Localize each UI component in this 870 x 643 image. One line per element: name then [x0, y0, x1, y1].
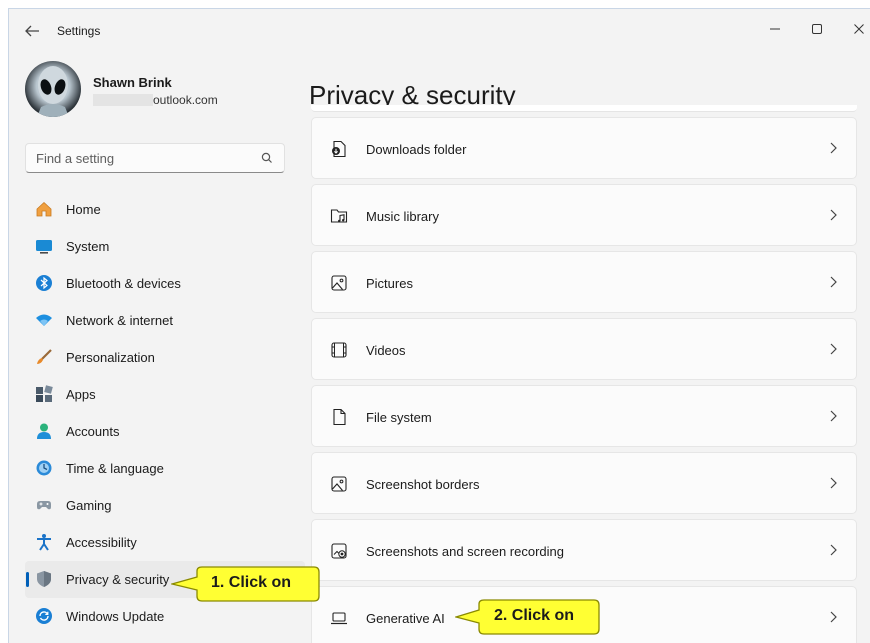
sidebar-item-label: Apps — [66, 387, 96, 402]
update-icon — [36, 608, 52, 624]
callout-step-1: 1. Click on — [171, 565, 321, 603]
chevron-right-icon — [830, 544, 837, 556]
wifi-icon — [36, 314, 52, 326]
search-placeholder: Find a setting — [36, 151, 115, 166]
setting-pictures[interactable]: Pictures — [311, 251, 857, 313]
sidebar-item-label: Accounts — [66, 424, 120, 439]
maximize-button[interactable] — [797, 15, 837, 43]
screenshot-border-icon — [331, 476, 347, 492]
brush-icon — [37, 349, 52, 364]
sidebar-item-accounts[interactable]: Accounts — [25, 413, 305, 450]
sidebar-item-label: Time & language — [66, 461, 164, 476]
app-title: Settings — [57, 24, 101, 38]
sidebar-item-gaming[interactable]: Gaming — [25, 487, 305, 524]
picture-icon — [331, 275, 347, 291]
home-icon — [36, 201, 52, 217]
alien-avatar-image — [37, 66, 69, 117]
download-folder-icon — [332, 140, 346, 158]
minimize-icon — [770, 28, 780, 30]
system-icon — [36, 240, 52, 254]
video-icon — [331, 342, 347, 358]
setting-screenshot-borders[interactable]: Screenshot borders — [311, 452, 857, 514]
maximize-icon — [812, 24, 822, 34]
setting-label: File system — [366, 410, 432, 425]
sidebar-item-accessibility[interactable]: Accessibility — [25, 524, 305, 561]
callout-step-2: 2. Click on — [455, 598, 601, 636]
title-bar: Settings — [9, 9, 870, 53]
sidebar-item-network[interactable]: Network & internet — [25, 302, 305, 339]
chevron-right-icon — [830, 209, 837, 221]
laptop-icon — [331, 612, 347, 625]
sidebar-item-home[interactable]: Home — [25, 191, 305, 228]
sidebar-item-personalization[interactable]: Personalization — [25, 339, 305, 376]
sidebar-item-label: Windows Update — [66, 609, 165, 624]
back-arrow-icon[interactable] — [23, 23, 41, 39]
chevron-right-icon — [830, 611, 837, 623]
search-icon — [261, 152, 272, 163]
sidebar-item-apps[interactable]: Apps — [25, 376, 305, 413]
sidebar-item-label: Gaming — [66, 498, 112, 513]
chevron-right-icon — [830, 477, 837, 489]
previous-card-edge — [311, 105, 857, 112]
sidebar-item-system[interactable]: System — [25, 228, 305, 265]
setting-downloads-folder[interactable]: Downloads folder — [311, 117, 857, 179]
search-input[interactable]: Find a setting — [25, 143, 285, 173]
sidebar-item-label: System — [66, 239, 110, 254]
selection-indicator — [26, 572, 29, 587]
user-email: outlook.com — [93, 93, 218, 107]
chevron-right-icon — [830, 276, 837, 288]
sidebar-item-label: Bluetooth & devices — [66, 276, 181, 291]
chevron-right-icon — [830, 142, 837, 154]
setting-label: Pictures — [366, 276, 413, 291]
setting-label: Videos — [366, 343, 406, 358]
setting-screenshots-screen-recording[interactable]: Screenshots and screen recording — [311, 519, 857, 581]
sidebar-item-label: Home — [66, 202, 101, 217]
setting-videos[interactable]: Videos — [311, 318, 857, 380]
callout-text: 1. Click on — [211, 574, 292, 591]
accessibility-icon — [37, 534, 51, 551]
settings-window: Settings Shawn Brink outlook.com Find a … — [8, 8, 870, 643]
user-name: Shawn Brink — [93, 75, 172, 90]
settings-list: Downloads folder Music library Pictures — [311, 105, 857, 643]
sidebar-item-label: Accessibility — [66, 535, 137, 550]
minimize-button[interactable] — [755, 15, 795, 43]
apps-icon — [36, 385, 53, 402]
time-language-icon — [36, 460, 52, 476]
sidebar-item-label: Network & internet — [66, 313, 173, 328]
close-icon — [854, 24, 864, 34]
setting-label: Generative AI — [366, 611, 445, 626]
close-button[interactable] — [839, 15, 870, 43]
gamepad-icon — [37, 501, 51, 510]
setting-label: Downloads folder — [366, 142, 467, 157]
sidebar-item-label: Privacy & security — [66, 572, 170, 587]
shield-icon — [37, 571, 51, 587]
setting-file-system[interactable]: File system — [311, 385, 857, 447]
setting-label: Music library — [366, 209, 439, 224]
avatar — [25, 61, 81, 117]
setting-music-library[interactable]: Music library — [311, 184, 857, 246]
sidebar-item-windows-update[interactable]: Windows Update — [25, 598, 305, 635]
email-redaction — [93, 94, 153, 106]
accounts-icon — [37, 423, 51, 439]
user-profile[interactable]: Shawn Brink outlook.com — [25, 61, 295, 121]
callout-text: 2. Click on — [494, 607, 575, 624]
music-folder-icon — [330, 209, 348, 223]
chevron-right-icon — [830, 410, 837, 422]
bluetooth-icon — [36, 275, 52, 291]
sidebar-item-bluetooth[interactable]: Bluetooth & devices — [25, 265, 305, 302]
sidebar-item-time-language[interactable]: Time & language — [25, 450, 305, 487]
setting-label: Screenshots and screen recording — [366, 544, 565, 559]
file-icon — [333, 408, 346, 426]
email-text: outlook.com — [153, 93, 218, 107]
screen-recording-icon — [331, 543, 347, 559]
setting-label: Screenshot borders — [366, 477, 480, 492]
chevron-right-icon — [830, 343, 837, 355]
sidebar-item-label: Personalization — [66, 350, 155, 365]
